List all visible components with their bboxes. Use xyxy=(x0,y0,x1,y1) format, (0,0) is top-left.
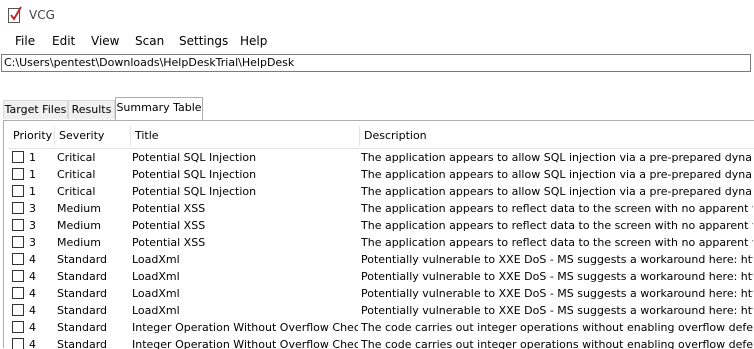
description-cell: Potentially vulnerable to XXE DoS - MS s… xyxy=(361,304,753,317)
row-checkbox[interactable] xyxy=(12,253,24,265)
window-title: VCG xyxy=(29,8,55,22)
table-row[interactable]: 4 Standard LoadXml Potentially vulnerable t… xyxy=(9,251,754,268)
priority-cell: 4 xyxy=(29,287,36,300)
title-cell: Potential XSS xyxy=(132,236,206,249)
priority-cell: 4 xyxy=(29,270,36,283)
title-cell: Potential XSS xyxy=(132,202,206,215)
title-cell: Potential SQL Injection xyxy=(132,185,257,198)
column-header-description[interactable]: Description xyxy=(360,124,754,148)
description-cell: Potentially vulnerable to XXE DoS - MS s… xyxy=(361,287,753,300)
description-cell: The application appears to allow SQL inj… xyxy=(361,185,753,198)
row-checkbox[interactable] xyxy=(12,236,24,248)
priority-cell: 1 xyxy=(29,151,36,164)
table-row[interactable]: 4 Standard LoadXml Potentially vulnerable t… xyxy=(9,302,754,319)
severity-cell: Medium xyxy=(57,202,101,215)
severity-cell: Standard xyxy=(57,287,108,300)
menu-scan[interactable]: Scan xyxy=(135,34,164,48)
menu-file[interactable]: File xyxy=(15,34,35,48)
table-row[interactable]: 1 Critical Potential SQL Injection The appl… xyxy=(9,149,754,166)
priority-cell: 4 xyxy=(29,253,36,266)
row-checkbox[interactable] xyxy=(12,338,24,349)
priority-cell: 3 xyxy=(29,236,36,249)
title-bar: VCG xyxy=(0,0,754,30)
priority-cell: 1 xyxy=(29,168,36,181)
row-checkbox[interactable] xyxy=(12,151,24,163)
description-cell: The code carries out integer operations … xyxy=(361,321,753,334)
table-header: Priority Severity Title Description xyxy=(9,124,754,149)
description-cell: The code carries out integer operations … xyxy=(361,338,753,349)
description-cell: The application appears to reflect data … xyxy=(361,202,753,215)
row-checkbox[interactable] xyxy=(12,287,24,299)
menu-bar: File Edit View Scan Settings Help xyxy=(0,31,754,52)
table-body: 1 Critical Potential SQL Injection The appl… xyxy=(9,149,754,349)
priority-cell: 4 xyxy=(29,321,36,334)
description-cell: The application appears to reflect data … xyxy=(361,219,753,232)
column-header-priority[interactable]: Priority xyxy=(9,124,54,148)
title-cell: LoadXml xyxy=(132,270,180,283)
severity-cell: Standard xyxy=(57,253,108,266)
menu-edit[interactable]: Edit xyxy=(52,34,75,48)
title-cell: Integer Operation Without Overflow Check xyxy=(132,321,358,334)
severity-cell: Medium xyxy=(57,236,101,249)
table-row[interactable]: 1 Critical Potential SQL Injection The appl… xyxy=(9,166,754,183)
priority-cell: 3 xyxy=(29,202,36,215)
row-checkbox[interactable] xyxy=(12,185,24,197)
menu-help[interactable]: Help xyxy=(240,34,267,48)
severity-cell: Medium xyxy=(57,219,101,232)
severity-cell: Standard xyxy=(57,321,108,334)
severity-cell: Standard xyxy=(57,304,108,317)
title-cell: Integer Operation Without Overflow Check xyxy=(132,338,358,349)
severity-cell: Critical xyxy=(57,168,96,181)
table-row[interactable]: 4 Standard Integer Operation Without Overf… xyxy=(9,336,754,349)
row-checkbox[interactable] xyxy=(12,270,24,282)
column-header-title[interactable]: Title xyxy=(131,124,359,148)
description-cell: The application appears to reflect data … xyxy=(361,236,753,249)
priority-cell: 4 xyxy=(29,338,36,349)
table-row[interactable]: 3 Medium Potential XSS The application appe… xyxy=(9,234,754,251)
severity-cell: Critical xyxy=(57,185,96,198)
description-cell: Potentially vulnerable to XXE DoS - MS s… xyxy=(361,270,753,283)
menu-settings[interactable]: Settings xyxy=(179,34,228,48)
tab-results[interactable]: Results xyxy=(68,100,115,119)
description-cell: The application appears to allow SQL inj… xyxy=(361,151,753,164)
table-row[interactable]: 4 Standard LoadXml Potentially vulnerable t… xyxy=(9,285,754,302)
table-row[interactable]: 1 Critical Potential SQL Injection The appl… xyxy=(9,183,754,200)
title-cell: LoadXml xyxy=(132,304,180,317)
severity-cell: Standard xyxy=(57,270,108,283)
target-path-field[interactable]: C:\Users\pentest\Downloads\HelpDeskTrial… xyxy=(1,54,751,72)
summary-table: Priority Severity Title Description 1 Cri… xyxy=(9,124,754,349)
title-cell: LoadXml xyxy=(132,287,180,300)
priority-cell: 3 xyxy=(29,219,36,232)
severity-cell: Standard xyxy=(57,338,108,349)
table-row[interactable]: 4 Standard LoadXml Potentially vulnerable t… xyxy=(9,268,754,285)
severity-cell: Critical xyxy=(57,151,96,164)
menu-view[interactable]: View xyxy=(91,34,119,48)
app-icon xyxy=(8,6,22,23)
summary-table-panel: Priority Severity Title Description 1 Cri… xyxy=(3,120,754,349)
column-header-severity[interactable]: Severity xyxy=(55,124,130,148)
table-row[interactable]: 3 Medium Potential XSS The application appe… xyxy=(9,200,754,217)
row-checkbox[interactable] xyxy=(12,219,24,231)
description-cell: Potentially vulnerable to XXE DoS - MS s… xyxy=(361,253,753,266)
row-checkbox[interactable] xyxy=(12,304,24,316)
title-cell: Potential SQL Injection xyxy=(132,168,257,181)
row-checkbox[interactable] xyxy=(12,168,24,180)
row-checkbox[interactable] xyxy=(12,321,24,333)
tab-summary-table[interactable]: Summary Table xyxy=(115,97,203,120)
title-cell: Potential XSS xyxy=(132,219,206,232)
table-row[interactable]: 3 Medium Potential XSS The application appe… xyxy=(9,217,754,234)
tab-target-files[interactable]: Target Files xyxy=(3,100,68,119)
title-cell: Potential SQL Injection xyxy=(132,151,257,164)
description-cell: The application appears to allow SQL inj… xyxy=(361,168,753,181)
tab-strip: Target Files Results Summary Table xyxy=(0,97,754,121)
row-checkbox[interactable] xyxy=(12,202,24,214)
title-cell: LoadXml xyxy=(132,253,180,266)
priority-cell: 1 xyxy=(29,185,36,198)
priority-cell: 4 xyxy=(29,304,36,317)
table-row[interactable]: 4 Standard Integer Operation Without Overf… xyxy=(9,319,754,336)
